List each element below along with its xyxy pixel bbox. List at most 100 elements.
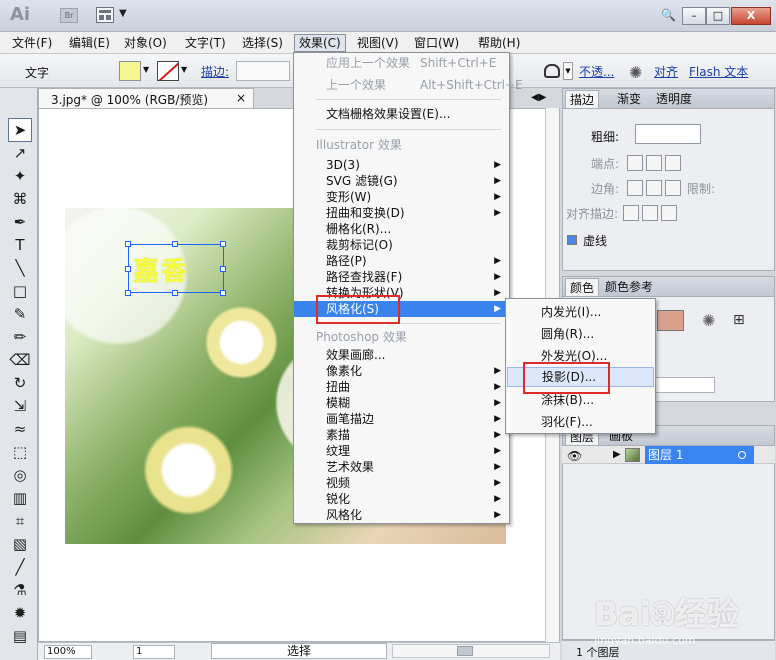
corner-miter-icon[interactable] bbox=[627, 180, 643, 196]
maximize-button[interactable]: □ bbox=[706, 7, 730, 25]
brush-dropdown-icon[interactable]: ▼ bbox=[563, 62, 573, 80]
menu-path[interactable]: 路径(P) ▶ bbox=[294, 253, 509, 269]
target-icon[interactable] bbox=[738, 451, 746, 459]
selection-handle[interactable] bbox=[125, 290, 131, 296]
menu-ps-stylize[interactable]: 风格化 ▶ bbox=[294, 507, 509, 523]
workspace-layout-icon[interactable] bbox=[96, 7, 114, 23]
menu-view[interactable]: 视图(V) bbox=[353, 34, 403, 52]
stroke-link[interactable]: 描边: bbox=[201, 63, 229, 80]
menu-artistic[interactable]: 艺术效果 ▶ bbox=[294, 459, 509, 475]
direct-selection-tool-icon[interactable]: ↗ bbox=[8, 141, 32, 165]
dashed-checkbox[interactable] bbox=[567, 235, 577, 245]
blend-tool-icon[interactable]: ⚗ bbox=[8, 578, 32, 602]
stroke-weight-dropdown[interactable] bbox=[635, 124, 701, 144]
corner-bevel-icon[interactable] bbox=[665, 180, 681, 196]
line-tool-icon[interactable]: ╲ bbox=[8, 256, 32, 280]
selection-handle[interactable] bbox=[172, 290, 178, 296]
cap-round-icon[interactable] bbox=[646, 155, 662, 171]
search-icon[interactable]: 🔍 bbox=[661, 8, 676, 22]
artboard-dropdown[interactable]: 1 bbox=[133, 645, 175, 659]
menu-file[interactable]: 文件(F) bbox=[8, 34, 56, 52]
cap-square-icon[interactable] bbox=[665, 155, 681, 171]
eraser-tool-icon[interactable]: ⌫ bbox=[8, 348, 32, 372]
eyedropper-tool-icon[interactable]: ╱ bbox=[8, 555, 32, 579]
column-graph-tool-icon[interactable]: ▤ bbox=[8, 624, 32, 648]
menu-type[interactable]: 文字(T) bbox=[181, 34, 230, 52]
free-transform-tool-icon[interactable]: ⬚ bbox=[8, 440, 32, 464]
menu-crop-marks[interactable]: 裁剪标记(O) bbox=[294, 237, 509, 253]
pen-tool-icon[interactable]: ✒ bbox=[8, 210, 32, 234]
selection-handle[interactable] bbox=[125, 266, 131, 272]
menu-raster-settings[interactable]: 文档栅格效果设置(E)... bbox=[294, 106, 509, 122]
harmony-icon[interactable]: ✺ bbox=[702, 311, 715, 330]
tab-color[interactable]: 颜色 bbox=[565, 278, 600, 296]
submenu-round-corners[interactable]: 圆角(R)... bbox=[507, 324, 654, 344]
scale-tool-icon[interactable]: ⇲ bbox=[8, 394, 32, 418]
zoom-dropdown[interactable]: 100% bbox=[44, 645, 92, 659]
menu-select[interactable]: 选择(S) bbox=[238, 34, 287, 52]
chevron-down-icon[interactable]: ▼ bbox=[119, 8, 127, 19]
menu-blur[interactable]: 模糊 ▶ bbox=[294, 395, 509, 411]
menu-svg-filter[interactable]: SVG 滤镜(G) ▶ bbox=[294, 173, 509, 189]
align-link[interactable]: 对齐 bbox=[654, 63, 678, 80]
menu-help[interactable]: 帮助(H) bbox=[474, 34, 524, 52]
opacity-link[interactable]: 不透... bbox=[579, 63, 614, 80]
selection-handle[interactable] bbox=[172, 241, 178, 247]
menu-distort-transform[interactable]: 扭曲和变换(D) ▶ bbox=[294, 205, 509, 221]
tab-transparency[interactable]: 透明度 bbox=[652, 90, 696, 108]
symbol-sprayer-tool-icon[interactable]: ✹ bbox=[8, 601, 32, 625]
rotate-tool-icon[interactable]: ↻ bbox=[8, 371, 32, 395]
stroke-color-swatch[interactable] bbox=[157, 61, 179, 81]
selection-handle[interactable] bbox=[220, 241, 226, 247]
menu-window[interactable]: 窗口(W) bbox=[410, 34, 463, 52]
minimize-button[interactable]: – bbox=[682, 7, 706, 25]
magic-wand-tool-icon[interactable]: ✦ bbox=[8, 164, 32, 188]
base-color-swatch[interactable] bbox=[657, 310, 684, 331]
align-outside-icon[interactable] bbox=[661, 205, 677, 221]
cap-butt-icon[interactable] bbox=[627, 155, 643, 171]
menu-effect-gallery[interactable]: 效果画廊... bbox=[294, 347, 509, 363]
menu-effect[interactable]: 效果(C) bbox=[294, 34, 346, 52]
tab-stroke[interactable]: 描边 bbox=[565, 90, 600, 108]
selection-handle[interactable] bbox=[220, 290, 226, 296]
close-window-button[interactable]: X bbox=[731, 7, 771, 25]
menu-sharpen[interactable]: 锐化 ▶ bbox=[294, 491, 509, 507]
shape-builder-tool-icon[interactable]: ◎ bbox=[8, 463, 32, 487]
horizontal-scroll-thumb[interactable] bbox=[457, 646, 473, 656]
corner-round-icon[interactable] bbox=[646, 180, 662, 196]
menu-apply-last-effect[interactable]: 应用上一个效果 Shift+Ctrl+E bbox=[294, 55, 509, 71]
stroke-dropdown-icon[interactable]: ▼ bbox=[181, 65, 187, 74]
warp-tool-icon[interactable]: ≈ bbox=[8, 417, 32, 441]
expand-layer-icon[interactable]: ▶ bbox=[613, 449, 621, 460]
menu-object[interactable]: 对象(O) bbox=[120, 34, 171, 52]
status-dropdown[interactable]: 选择 bbox=[211, 643, 387, 659]
align-center-icon[interactable] bbox=[623, 205, 639, 221]
selected-text-object[interactable]: 嘉香 bbox=[133, 251, 189, 288]
menu-last-effect[interactable]: 上一个效果 Alt+Shift+Ctrl+E bbox=[294, 77, 523, 93]
recolor-icon[interactable]: ✺ bbox=[629, 63, 642, 82]
tab-gradient[interactable]: 渐变 bbox=[613, 90, 645, 108]
submenu-feather[interactable]: 羽化(F)... bbox=[507, 412, 654, 432]
fill-dropdown-icon[interactable]: ▼ bbox=[143, 65, 149, 74]
tab-color-guide[interactable]: 颜色参考 bbox=[601, 278, 657, 296]
menu-distort[interactable]: 变形(W) ▶ bbox=[294, 189, 509, 205]
new-swatch-icon[interactable]: ⊞ bbox=[733, 312, 745, 328]
menu-texture[interactable]: 纹理 ▶ bbox=[294, 443, 509, 459]
selection-handle[interactable] bbox=[125, 241, 131, 247]
gradient-tool-icon[interactable]: ▧ bbox=[8, 532, 32, 556]
document-tab[interactable]: 3.jpg* @ 100% (RGB/预览) × bbox=[38, 88, 254, 108]
submenu-inner-glow[interactable]: 内发光(I)... bbox=[507, 302, 654, 322]
menu-ps-distort[interactable]: 扭曲 ▶ bbox=[294, 379, 509, 395]
lasso-tool-icon[interactable]: ⌘ bbox=[8, 187, 32, 211]
selection-tool-icon[interactable]: ➤ bbox=[8, 118, 32, 142]
paintbrush-tool-icon[interactable]: ✎ bbox=[8, 302, 32, 326]
mesh-tool-icon[interactable]: ⌗ bbox=[8, 509, 32, 533]
brush-icon[interactable] bbox=[544, 64, 560, 78]
menu-3d[interactable]: 3D(3) ▶ bbox=[294, 157, 509, 173]
menu-brush-strokes[interactable]: 画笔描边 ▶ bbox=[294, 411, 509, 427]
collapse-icon[interactable]: ◀▶ bbox=[531, 92, 546, 103]
type-tool-icon[interactable]: T bbox=[8, 233, 32, 257]
align-inside-icon[interactable] bbox=[642, 205, 658, 221]
fill-color-swatch[interactable] bbox=[119, 61, 141, 81]
menu-pathfinder[interactable]: 路径查找器(F) ▶ bbox=[294, 269, 509, 285]
